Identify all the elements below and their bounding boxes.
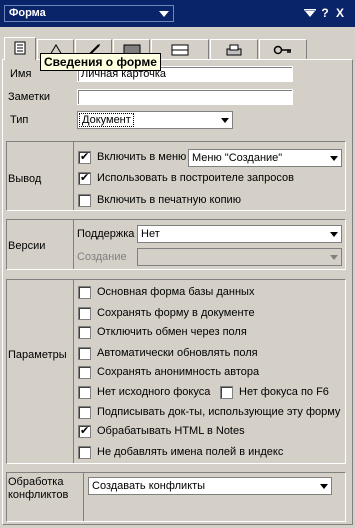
type-select[interactable]: Документ [77, 111, 233, 129]
param-label: Сохранять анонимность автора [97, 366, 260, 378]
param-checkbox[interactable] [78, 386, 91, 399]
group-separator [73, 142, 74, 210]
support-value: Нет [141, 228, 160, 240]
create-label: Создание [77, 251, 127, 263]
param-checkbox[interactable] [78, 307, 91, 320]
print-icon [226, 44, 242, 56]
print-copy-checkbox[interactable] [78, 194, 91, 207]
include-menu-checkbox[interactable] [78, 150, 91, 164]
param-label: Нет исходного фокуса [97, 386, 211, 398]
group-separator [73, 280, 74, 463]
param-label: Обрабатывать HTML в Notes [97, 425, 245, 437]
chevron-down-icon[interactable] [326, 249, 341, 265]
output-label: Вывод [8, 173, 42, 185]
versions-label: Версии [8, 240, 46, 252]
chevron-down-icon[interactable] [326, 226, 341, 242]
param-label: Нет фокуса по F6 [239, 386, 329, 398]
query-builder-checkbox[interactable] [78, 171, 91, 185]
create-select[interactable] [137, 248, 342, 266]
chevron-down-icon[interactable] [316, 478, 331, 494]
tab-security[interactable] [259, 39, 307, 59]
properties-type-value: Форма [9, 7, 46, 19]
print-copy-label: Включить в печатную копию [97, 194, 241, 206]
param-label: Не добавлять имена полей в индекс [97, 446, 284, 458]
tab-strip: Сведения о форме [0, 27, 355, 71]
conflicts-label-line2: конфликтов [8, 489, 69, 501]
tab-print[interactable] [210, 39, 258, 59]
form-info-icon [14, 41, 26, 55]
pin-icon[interactable] [303, 6, 317, 20]
param-checkbox[interactable] [220, 386, 233, 399]
type-label: Тип [10, 114, 29, 126]
key-icon [273, 45, 291, 55]
support-label: Поддержка [77, 228, 135, 240]
conflicts-label-line1: Обработка [8, 476, 64, 488]
include-menu-value: Меню "Создание" [192, 152, 283, 164]
query-builder-label: Использовать в построителе запросов [97, 172, 294, 184]
tab-tooltip: Сведения о форме [40, 53, 161, 71]
close-button[interactable]: X [333, 6, 347, 20]
param-label: Сохранять форму в документе [97, 307, 255, 319]
param-checkbox[interactable] [78, 424, 91, 438]
group-separator [83, 473, 84, 521]
properties-title-bar: Форма ? X [0, 0, 355, 27]
include-menu-select[interactable]: Меню "Создание" [188, 149, 342, 167]
param-checkbox[interactable] [78, 406, 91, 419]
support-select[interactable]: Нет [137, 225, 342, 243]
param-label: Основная форма базы данных [97, 286, 255, 298]
layout-icon [171, 44, 189, 56]
param-checkbox[interactable] [78, 366, 91, 379]
properties-type-selector[interactable]: Форма [4, 5, 174, 22]
chevron-down-icon [159, 11, 169, 17]
param-label: Автоматически обновлять поля [97, 347, 258, 359]
chevron-down-icon[interactable] [326, 150, 341, 166]
param-checkbox[interactable] [78, 347, 91, 360]
param-label: Отключить обмен через поля [97, 326, 247, 338]
param-checkbox[interactable] [78, 326, 91, 339]
include-menu-label: Включить в меню [97, 151, 187, 163]
conflicts-value: Создавать конфликты [92, 480, 206, 492]
notes-label: Заметки [8, 91, 51, 103]
help-button[interactable]: ? [318, 6, 332, 20]
chevron-down-icon[interactable] [217, 112, 232, 128]
conflicts-select[interactable]: Создавать конфликты [88, 477, 332, 495]
group-separator [73, 220, 74, 269]
param-label: Подписывать док-ты, использующие эту фор… [97, 406, 341, 418]
type-value: Документ [79, 113, 134, 127]
name-label: Имя [10, 68, 32, 80]
notes-field[interactable] [77, 89, 293, 105]
param-checkbox[interactable] [78, 446, 91, 459]
param-checkbox[interactable] [78, 286, 91, 299]
params-label: Параметры [8, 349, 67, 361]
tab-form-info[interactable] [4, 37, 36, 60]
